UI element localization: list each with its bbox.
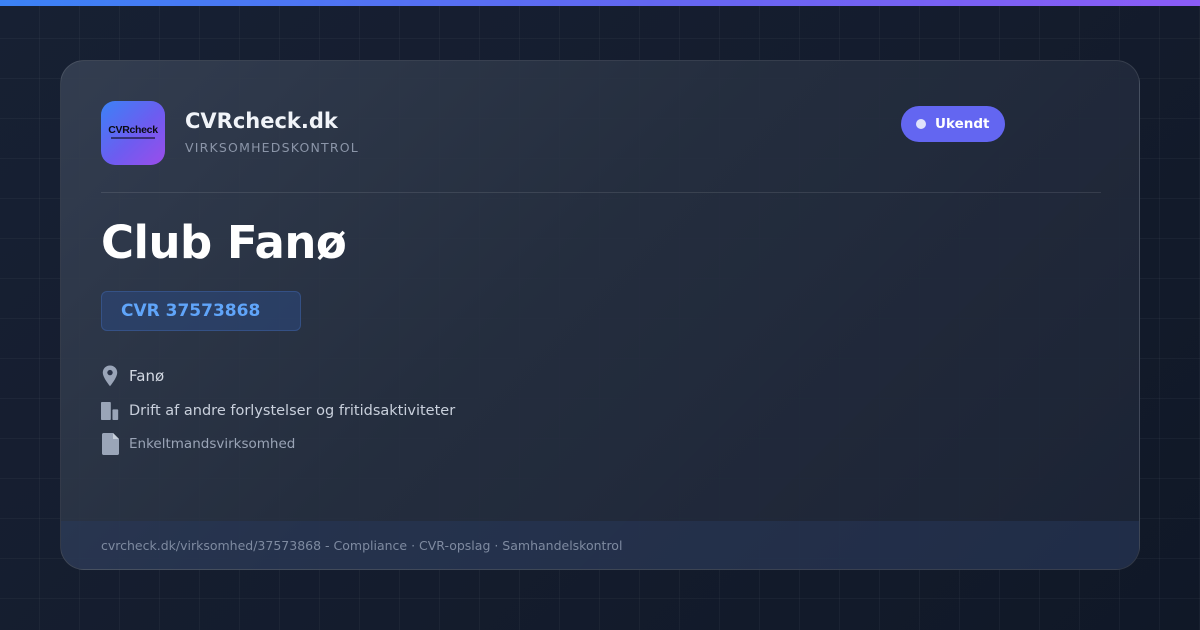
brand-tagline: VIRKSOMHEDSKONTROL [185,140,359,155]
footer-bar: cvrcheck.dk/virksomhed/37573868 - Compli… [61,521,1139,569]
document-icon [101,432,119,456]
brand-name: CVRcheck.dk [185,109,338,133]
status-label: Ukendt [935,116,990,132]
page: CVRcheck CVRcheck.dk VIRKSOMHEDSKONTROL … [0,0,1200,630]
logo-underline [111,137,155,139]
location-text: Fanø [129,367,165,385]
map-pin-icon [101,364,119,388]
industry-text: Drift af andre forlystelser og fritidsak… [129,403,456,419]
industry-row: Drift af andre forlystelser og fritidsak… [101,399,455,423]
header-divider [101,192,1101,193]
footer-text: cvrcheck.dk/virksomhed/37573868 - Compli… [101,538,623,553]
company-form-row: Enkeltmandsvirksomhed [101,432,295,456]
company-form-text: Enkeltmandsvirksomhed [129,436,296,452]
location-row: Fanø [101,364,164,388]
cvr-badge: CVR 37573868 [101,291,301,331]
company-name: Club Fanø [101,216,347,269]
logo-wordmark: CVRcheck [108,124,158,136]
cvr-number: CVR 37573868 [121,301,261,321]
top-accent-bar [0,0,1200,6]
building-icon [101,399,119,423]
company-card: CVRcheck CVRcheck.dk VIRKSOMHEDSKONTROL … [60,60,1140,570]
status-dot-icon [916,119,926,129]
cvrcheck-logo: CVRcheck [101,101,165,165]
status-badge: Ukendt [901,106,1005,142]
